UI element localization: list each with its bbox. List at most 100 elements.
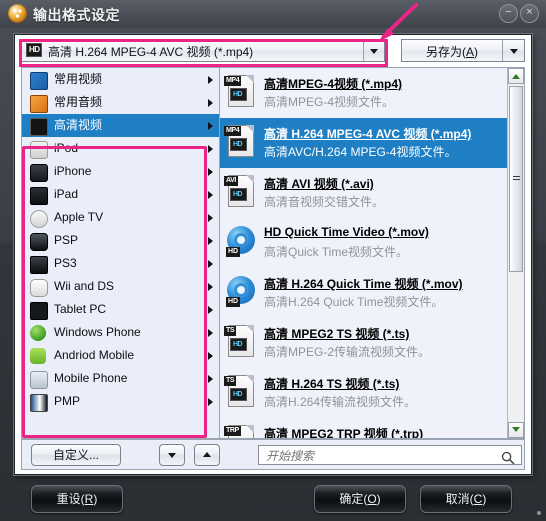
page-title: 输出格式设定 — [33, 7, 120, 23]
sidebar-item-apple-tv[interactable]: Apple TV — [22, 206, 219, 229]
sidebar-item-tablet-pc[interactable]: Tablet PC — [22, 298, 219, 321]
magnifier-icon[interactable] — [501, 451, 515, 465]
format-item-description: 高清MPEG-4视频文件。 — [264, 95, 395, 109]
format-list-item[interactable]: TRP 高清 MPEG2 TRP 视频 (*.trp) — [220, 418, 508, 438]
gamepad-icon — [30, 279, 48, 297]
dialog-client-area: 高清 H.264 MPEG-4 AVC 视频 (*.mp4) 另存为(A) 常用… — [14, 34, 532, 475]
format-list-item[interactable]: HD 高清 H.264 Quick Time 视频 (*.mov) 高清H.264 … — [220, 268, 508, 318]
format-list-item[interactable]: AVI 高清 AVI 视频 (*.avi) 高清音视频交错文件。 — [220, 168, 508, 218]
chevron-right-icon — [208, 99, 213, 107]
sidebar-item-ipod[interactable]: iPod — [22, 137, 219, 160]
ipod-icon — [30, 141, 48, 159]
sidebar-item-pmp[interactable]: PMP — [22, 390, 219, 413]
format-item-description: 高清AVC/H.264 MPEG-4视频文件。 — [264, 145, 457, 159]
sidebar-item-label: PSP — [54, 233, 79, 247]
format-item-description: 高清MPEG-2传输流视频文件。 — [264, 345, 431, 359]
ok-button[interactable]: 确定(O) — [314, 485, 406, 513]
film-reel-icon — [8, 4, 27, 23]
format-list-item[interactable]: TS 高清 MPEG2 TS 视频 (*.ts) 高清MPEG-2传输流视频文件。 — [220, 318, 508, 368]
close-button[interactable]: × — [520, 4, 539, 23]
quicktime-icon: HD — [226, 275, 256, 309]
windows-phone-icon — [30, 325, 46, 341]
format-item-description: 高清Quick Time视频文件。 — [264, 245, 409, 259]
save-as-button[interactable]: 另存为(A) — [401, 39, 525, 62]
browser-panes: 常用视频常用音频 高清视频 iPod iPhone iPad Apple TV PSP PS3… — [21, 67, 525, 439]
move-up-button[interactable] — [194, 444, 220, 466]
customize-button[interactable]: 自定义... — [31, 444, 121, 466]
list-bottom-toolbar: 自定义... — [21, 439, 525, 470]
quicktime-icon: HD — [226, 225, 256, 259]
minimize-button[interactable]: − — [499, 4, 518, 23]
format-item-title: 高清 H.264 MPEG-4 AVC 视频 (*.mp4) — [264, 127, 472, 141]
sidebar-item-ipad[interactable]: iPad — [22, 183, 219, 206]
output-format-settings-window: 输出格式设定 − × 高清 H.264 MPEG-4 AVC 视频 (*.mp4… — [0, 0, 546, 521]
chevron-right-icon — [208, 76, 213, 84]
format-toolbar: 高清 H.264 MPEG-4 AVC 视频 (*.mp4) 另存为(A) — [15, 35, 531, 67]
move-down-button[interactable] — [159, 444, 185, 466]
sidebar-item-andriod-mobile[interactable]: Andriod Mobile — [22, 344, 219, 367]
sidebar-item-label: Apple TV — [54, 210, 104, 224]
sidebar-item-label: PS3 — [54, 256, 77, 270]
format-item-title: 高清 AVI 视频 (*.avi) — [264, 177, 374, 191]
sidebar-item-ps3[interactable]: PS3 — [22, 252, 219, 275]
search-input[interactable] — [264, 448, 504, 464]
scrollbar-grip-icon — [513, 176, 520, 182]
reset-button[interactable]: 重设(R) — [31, 485, 123, 513]
search-box[interactable] — [258, 445, 522, 465]
format-list-pane[interactable]: MP4 高清MPEG-4视频 (*.mp4) 高清MPEG-4视频文件。 MP4 高清 … — [219, 67, 525, 439]
chevron-right-icon — [208, 260, 213, 268]
format-list-item[interactable]: TS 高清 H.264 TS 视频 (*.ts) 高清H.264传输流视频文件。 — [220, 368, 508, 418]
format-item-title: 高清 H.264 Quick Time 视频 (*.mov) — [264, 277, 463, 291]
scrollbar-thumb[interactable] — [509, 86, 523, 272]
format-list-item[interactable]: MP4 高清 H.264 MPEG-4 AVC 视频 (*.mp4) 高清AVC/H… — [220, 118, 508, 168]
chevron-right-icon — [208, 214, 213, 222]
chevron-right-icon — [208, 329, 213, 337]
chevron-right-icon — [208, 375, 213, 383]
format-item-description: 高清H.264 Quick Time视频文件。 — [264, 295, 444, 309]
avi-doc-icon: AVI — [224, 175, 256, 209]
save-as-dropdown-button[interactable] — [502, 40, 524, 61]
sidebar-item-label: 常用视频 — [54, 72, 103, 86]
trp-doc-icon: TRP — [224, 425, 256, 438]
scroll-up-button[interactable] — [508, 68, 524, 84]
mp4-doc-icon: MP4 — [224, 125, 256, 159]
format-combo[interactable]: 高清 H.264 MPEG-4 AVC 视频 (*.mp4) — [21, 39, 385, 62]
ipad-icon — [30, 187, 48, 205]
sidebar-item-[interactable]: 常用视频 — [22, 68, 219, 91]
category-sidebar[interactable]: 常用视频常用音频 高清视频 iPod iPhone iPad Apple TV PSP PS3… — [21, 67, 219, 439]
cancel-button[interactable]: 取消(C) — [420, 485, 512, 513]
format-list-item[interactable]: MP4 高清MPEG-4视频 (*.mp4) 高清MPEG-4视频文件。 — [220, 68, 508, 118]
format-item-title: HD Quick Time Video (*.mov) — [264, 225, 429, 239]
sidebar-item-label: PMP — [54, 394, 81, 408]
sidebar-item-label: iPad — [54, 187, 79, 201]
sidebar-item-iphone[interactable]: iPhone — [22, 160, 219, 183]
format-list[interactable]: MP4 高清MPEG-4视频 (*.mp4) 高清MPEG-4视频文件。 MP4 高清 … — [220, 68, 508, 438]
chevron-down-icon — [509, 48, 518, 54]
triangle-down-icon — [512, 427, 520, 432]
format-combo-dropdown-button[interactable] — [363, 40, 384, 61]
sidebar-item-label: iPod — [54, 141, 79, 155]
sidebar-item-wii-and-ds[interactable]: Wii and DS — [22, 275, 219, 298]
sidebar-item-psp[interactable]: PSP — [22, 229, 219, 252]
chevron-right-icon — [208, 145, 213, 153]
resize-grip-icon[interactable] — [537, 511, 541, 515]
sidebar-item-[interactable]: 常用音频 — [22, 91, 219, 114]
chevron-down-icon — [370, 48, 378, 54]
sidebar-item-windows-phone[interactable]: Windows Phone — [22, 321, 219, 344]
sidebar-item-label: Wii and DS — [54, 279, 115, 293]
format-list-item[interactable]: HD HD Quick Time Video (*.mov) 高清Quick Tim… — [220, 218, 508, 268]
sidebar-item-[interactable]: 高清视频 — [22, 114, 219, 137]
sidebar-item-mobile-phone[interactable]: Mobile Phone — [22, 367, 219, 390]
format-item-title: 高清 MPEG2 TS 视频 (*.ts) — [264, 327, 410, 341]
scroll-down-button[interactable] — [508, 422, 524, 438]
ts-doc-icon: TS — [224, 325, 256, 359]
sidebar-item-label: Windows Phone — [54, 325, 141, 339]
psp-icon — [30, 233, 48, 251]
chevron-right-icon — [208, 191, 213, 199]
chevron-right-icon — [208, 398, 213, 406]
format-item-title: 高清 MPEG2 TRP 视频 (*.trp) — [264, 427, 424, 438]
format-combo-value: 高清 H.264 MPEG-4 AVC 视频 (*.mp4) — [48, 45, 254, 59]
format-list-scrollbar[interactable] — [507, 68, 524, 438]
iphone-icon — [30, 164, 48, 182]
mp4-doc-icon: MP4 — [224, 75, 256, 109]
